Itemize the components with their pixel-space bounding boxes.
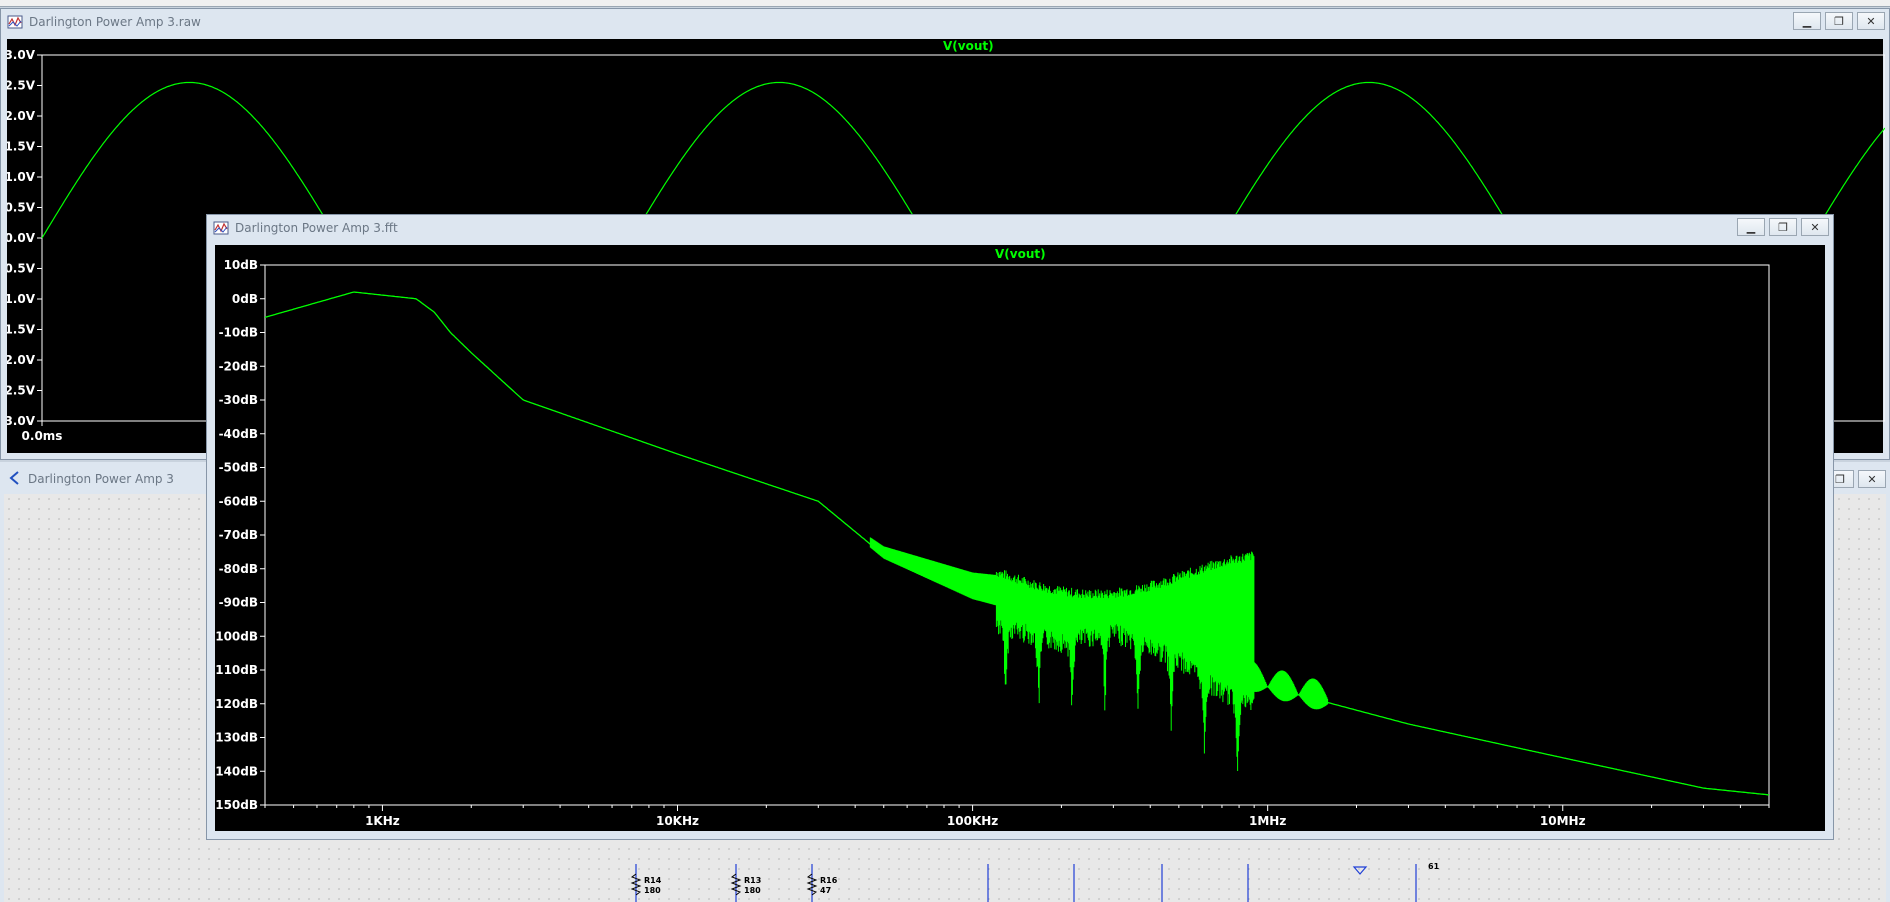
y-tick-label: -40dB [219,427,258,441]
waveform-icon [213,221,229,235]
y-tick-label: 0.0V [7,231,36,245]
resistor-r14-label: R14 180 [644,876,662,895]
y-tick-label: 3.0V [7,48,36,62]
minimize-button[interactable]: ▁ [1737,218,1765,236]
fft-titlebar[interactable]: Darlington Power Amp 3.fft ▁ ❐ ✕ [207,215,1833,241]
restore-button[interactable]: ❐ [1825,12,1853,30]
y-tick-label: -100dB [215,629,258,643]
x-tick-label: 10MHz [1540,814,1586,828]
waveform-icon [7,15,23,29]
y-tick-label: 0dB [232,292,258,306]
fft-window-title: Darlington Power Amp 3.fft [235,221,398,235]
y-tick-label: -30dB [219,393,258,407]
x-tick-label: 1MHz [1249,814,1286,828]
y-tick-label: 1.0V [7,170,36,184]
restore-button[interactable]: ❐ [1769,218,1797,236]
y-tick-label: -2.5V [7,384,36,398]
raw-window-title: Darlington Power Amp 3.raw [29,15,201,29]
y-tick-label: 2.5V [7,79,36,93]
x-tick-label: 100KHz [947,814,998,828]
component-label: 61 [1428,862,1440,871]
top-window-strip [0,0,1890,7]
schematic-icon [9,471,19,485]
y-tick-label: 2.0V [7,109,36,123]
y-tick-label: -10dB [219,326,258,340]
y-tick-label: -80dB [219,562,258,576]
y-tick-label: -3.0V [7,414,36,428]
fft-trace-line [264,291,1770,796]
y-tick-label: -110dB [215,663,258,677]
y-tick-label: -60dB [219,494,258,508]
resistor-r16-label: R16 47 [820,876,838,895]
y-tick-label: 0.5V [7,201,36,215]
schematic-window-title: Darlington Power Amp 3 [28,472,174,486]
fft-plot-area[interactable]: V(vout) 10dB 0dB -10dB -20dB -30dB -40dB -50dB… [215,245,1825,831]
y-tick-label: -2.0V [7,353,36,367]
close-button[interactable]: ✕ [1857,12,1885,30]
y-tick-label: -120dB [215,697,258,711]
y-tick-label: -20dB [219,359,258,373]
y-tick-label: -50dB [219,461,258,475]
y-tick-label: 1.5V [7,140,36,154]
y-tick-label: 10dB [224,258,258,272]
raw-titlebar[interactable]: Darlington Power Amp 3.raw ▁ ❐ ✕ [1,9,1889,35]
fft-harmonics-band [869,537,1329,771]
close-button[interactable]: ✕ [1858,470,1886,488]
y-tick-label: -150dB [215,798,258,812]
fft-plot-window[interactable]: Darlington Power Amp 3.fft ▁ ❐ ✕ V(vout)… [206,214,1834,840]
close-button[interactable]: ✕ [1801,218,1829,236]
x-tick-label: 0.0ms [22,429,63,443]
x-tick-label: 1KHz [365,814,400,828]
y-tick-label: -130dB [215,731,258,745]
resistor-r13-label: R13 180 [744,876,762,895]
fft-plot-frame [264,264,1770,806]
minimize-button[interactable]: ▁ [1793,12,1821,30]
y-tick-label: -0.5V [7,262,36,276]
y-tick-label: -90dB [219,596,258,610]
y-tick-label: -1.0V [7,292,36,306]
y-tick-label: -1.5V [7,323,36,337]
x-tick-label: 10KHz [656,814,699,828]
y-tick-label: -140dB [215,764,258,778]
fft-spectrum-chart[interactable]: 10dB 0dB -10dB -20dB -30dB -40dB -50dB -60dB -70… [215,245,1825,831]
y-tick-label: -70dB [219,528,258,542]
